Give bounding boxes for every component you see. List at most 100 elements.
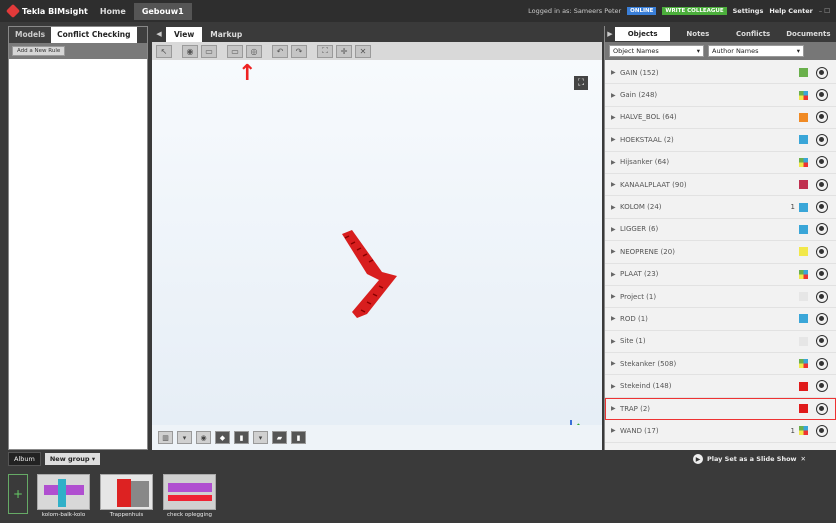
fit-view-icon[interactable]: ⛶ xyxy=(317,44,333,58)
tab-conflicts[interactable]: Conflicts xyxy=(726,27,781,41)
object-row[interactable]: ▶ HALVE_BOL (64) xyxy=(605,107,836,130)
document-count[interactable]: 1 xyxy=(791,427,795,435)
color-swatch-icon[interactable] xyxy=(799,314,808,324)
collapse-left-icon[interactable]: ◀ xyxy=(152,30,166,38)
color-swatch-icon[interactable] xyxy=(799,224,808,234)
document-icon[interactable]: ▮ xyxy=(291,431,306,444)
shield-icon[interactable]: ◆ xyxy=(215,431,230,444)
tab-home[interactable]: Home xyxy=(100,7,126,16)
expand-triangle-icon[interactable]: ▶ xyxy=(611,136,620,143)
view-mode-icon[interactable]: ▥ xyxy=(158,431,173,444)
tab-notes[interactable]: Notes xyxy=(670,27,725,41)
expand-triangle-icon[interactable]: ▶ xyxy=(611,315,620,322)
window-controls[interactable]: – ☐ xyxy=(819,7,830,15)
slideshow-button[interactable]: ▶ Play Set as a Slide Show ✕ xyxy=(693,454,806,464)
visibility-eye-icon[interactable] xyxy=(816,133,828,146)
clear-clip-icon[interactable]: ✕ xyxy=(355,44,371,58)
expand-triangle-icon[interactable]: ▶ xyxy=(611,338,620,345)
snapshot-thumb[interactable]: check oplegging xyxy=(162,474,217,518)
3d-viewport[interactable]: ↑ ⛶ xyxy=(152,60,602,435)
object-row[interactable]: ▶ Gain (248) xyxy=(605,84,836,107)
object-row[interactable]: ▶ HOEKSTAAL (2) xyxy=(605,129,836,152)
visibility-eye-icon[interactable] xyxy=(816,290,828,303)
snapshot-thumb[interactable]: Trappenhuis xyxy=(99,474,154,518)
settings-link[interactable]: Settings xyxy=(733,7,764,15)
show-tool-icon[interactable]: ◎ xyxy=(246,44,262,58)
visibility-eye-icon[interactable] xyxy=(816,111,828,124)
visibility-eye-icon[interactable] xyxy=(816,380,828,393)
visibility-eye-icon[interactable] xyxy=(816,89,828,102)
expand-triangle-icon[interactable]: ▶ xyxy=(611,114,620,121)
tab-objects[interactable]: Objects xyxy=(615,27,671,41)
expand-triangle-icon[interactable]: ▶ xyxy=(611,360,620,367)
visibility-eye-icon[interactable] xyxy=(816,178,828,191)
object-row[interactable]: ▶ Stekanker (508) xyxy=(605,353,836,376)
tab-documents[interactable]: Documents xyxy=(781,27,836,41)
color-swatch-icon[interactable] xyxy=(799,269,808,279)
document-count[interactable]: 1 xyxy=(791,203,795,211)
expand-triangle-icon[interactable]: ▶ xyxy=(611,226,620,233)
ghost-tool-icon[interactable]: ▭ xyxy=(201,44,217,58)
object-row[interactable]: ▶ KANAALPLAAT (90) xyxy=(605,174,836,197)
visibility-icon[interactable]: ◉ xyxy=(196,431,211,444)
object-row[interactable]: ▶ Project (1) xyxy=(605,286,836,309)
tab-markup[interactable]: Markup xyxy=(202,27,250,42)
fullscreen-icon[interactable]: ⛶ xyxy=(574,76,588,90)
eye-tool-icon[interactable]: ◉ xyxy=(182,44,198,58)
visibility-eye-icon[interactable] xyxy=(816,201,828,214)
color-swatch-icon[interactable] xyxy=(799,336,808,346)
object-row[interactable]: ▶ ROD (1) xyxy=(605,308,836,331)
expand-triangle-icon[interactable]: ▶ xyxy=(611,181,620,188)
collapse-right-icon[interactable]: ▶ xyxy=(605,30,615,38)
hide-tool-icon[interactable]: ▭ xyxy=(227,44,243,58)
add-rule-button[interactable]: Add a New Rule xyxy=(12,46,66,56)
marker-icon[interactable]: ▮ xyxy=(234,431,249,444)
add-snapshot-button[interactable]: + xyxy=(8,474,28,514)
redo-icon[interactable]: ↷ xyxy=(291,44,307,58)
visibility-eye-icon[interactable] xyxy=(816,335,828,348)
color-swatch-icon[interactable] xyxy=(799,68,808,78)
object-row[interactable]: ▶ TRAP (2) xyxy=(605,397,836,421)
visibility-eye-icon[interactable] xyxy=(816,156,828,169)
expand-triangle-icon[interactable]: ▶ xyxy=(611,204,620,211)
object-row[interactable]: ▶ Hijsanker (64) xyxy=(605,152,836,174)
object-row[interactable]: ▶ PLAAT (23) xyxy=(605,264,836,286)
clip-plane-icon[interactable]: ✛ xyxy=(336,44,352,58)
color-swatch-icon[interactable] xyxy=(799,404,808,414)
color-swatch-icon[interactable] xyxy=(799,157,808,167)
expand-triangle-icon[interactable]: ▶ xyxy=(611,293,620,300)
color-swatch-icon[interactable] xyxy=(799,381,808,391)
tab-project[interactable]: Gebouw1 xyxy=(133,2,192,20)
trap-model[interactable] xyxy=(337,230,407,320)
expand-triangle-icon[interactable]: ▶ xyxy=(611,69,620,76)
group-select[interactable]: New group ▾ xyxy=(44,453,101,465)
expand-triangle-icon[interactable]: ▶ xyxy=(611,92,620,99)
expand-triangle-icon[interactable]: ▶ xyxy=(611,248,620,255)
expand-triangle-icon[interactable]: ▶ xyxy=(611,159,620,166)
tools-icon[interactable]: ✕ xyxy=(801,455,806,463)
object-row[interactable]: ▶ GAIN (152) xyxy=(605,62,836,85)
object-row[interactable]: ▶ LIGGER (6) xyxy=(605,219,836,242)
visibility-eye-icon[interactable] xyxy=(816,245,828,258)
object-row[interactable]: ▶ NEOPRENE (20) xyxy=(605,241,836,264)
color-swatch-icon[interactable] xyxy=(799,90,808,100)
color-swatch-icon[interactable] xyxy=(799,426,808,436)
visibility-eye-icon[interactable] xyxy=(816,66,828,79)
visibility-eye-icon[interactable] xyxy=(816,357,828,370)
expand-triangle-icon[interactable]: ▶ xyxy=(611,383,620,390)
tab-models[interactable]: Models xyxy=(9,27,51,43)
object-row[interactable]: ▶ KOLOM (24) 1 xyxy=(605,196,836,219)
object-row[interactable]: ▶ Stekeind (148) xyxy=(605,375,836,398)
visibility-eye-icon[interactable] xyxy=(816,268,828,281)
object-row[interactable]: ▶ WAND (17) 1 xyxy=(605,420,836,443)
view-mode-dropdown-icon[interactable]: ▾ xyxy=(177,431,192,444)
snapshot-thumb[interactable]: kolom-balk-kolo xyxy=(36,474,91,518)
tab-view[interactable]: View xyxy=(166,27,203,42)
object-names-select[interactable]: Object Names ▾ xyxy=(609,45,704,57)
color-swatch-icon[interactable] xyxy=(799,292,808,302)
help-center-link[interactable]: Help Center xyxy=(769,7,813,15)
color-swatch-icon[interactable] xyxy=(799,359,808,369)
album-button[interactable]: Album xyxy=(8,452,41,466)
object-row[interactable]: ▶ Site (1) xyxy=(605,331,836,354)
select-tool-icon[interactable]: ↖ xyxy=(156,44,172,58)
